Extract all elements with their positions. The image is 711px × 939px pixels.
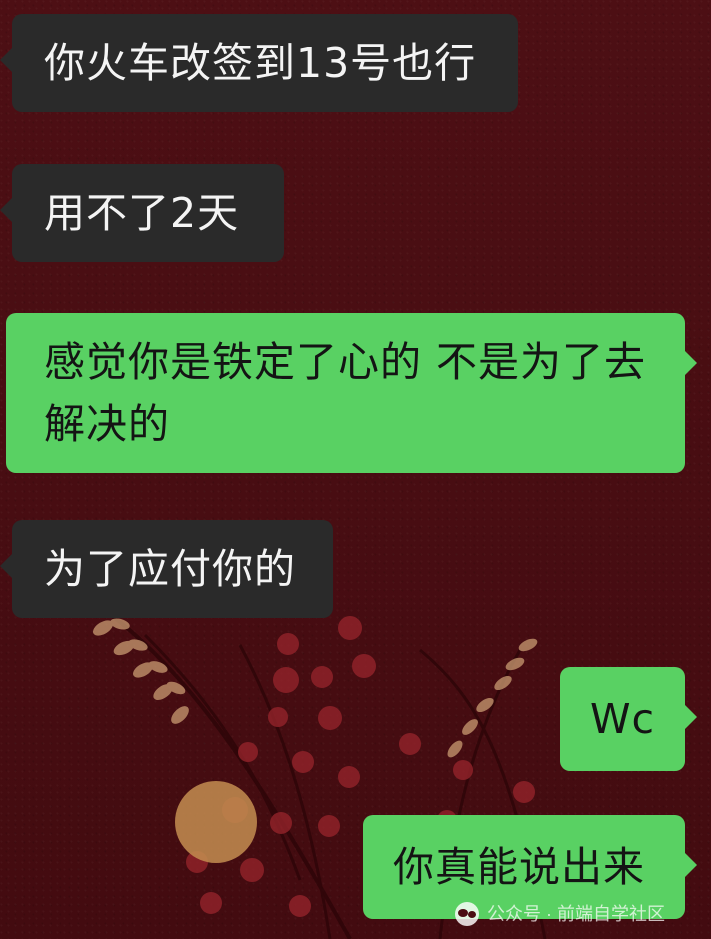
wechat-official-account-icon — [455, 902, 479, 926]
incoming-message-bubble[interactable]: 用不了2天 — [0, 164, 284, 262]
watermark: 公众号 · 前端自学社区 — [455, 899, 705, 929]
message-text: Wc — [589, 695, 656, 743]
message-text: 用不了2天 — [44, 189, 240, 237]
incoming-message-bubble[interactable]: 你火车改签到13号也行 — [0, 14, 518, 112]
incoming-message-bubble[interactable]: 为了应付你的 — [0, 520, 333, 618]
watermark-text: 公众号 · 前端自学社区 — [487, 904, 665, 924]
message-text: 你火车改签到13号也行 — [44, 39, 477, 87]
message-text: 为了应付你的 — [44, 545, 296, 593]
outgoing-message-bubble[interactable]: 感觉你是铁定了心的 不是为了去 解决的 — [6, 313, 697, 473]
message-text: 你真能说出来 — [393, 843, 645, 891]
message-text: 感觉你是铁定了心的 不是为了去 解决的 — [44, 338, 647, 448]
outgoing-message-bubble[interactable]: Wc — [560, 667, 697, 771]
